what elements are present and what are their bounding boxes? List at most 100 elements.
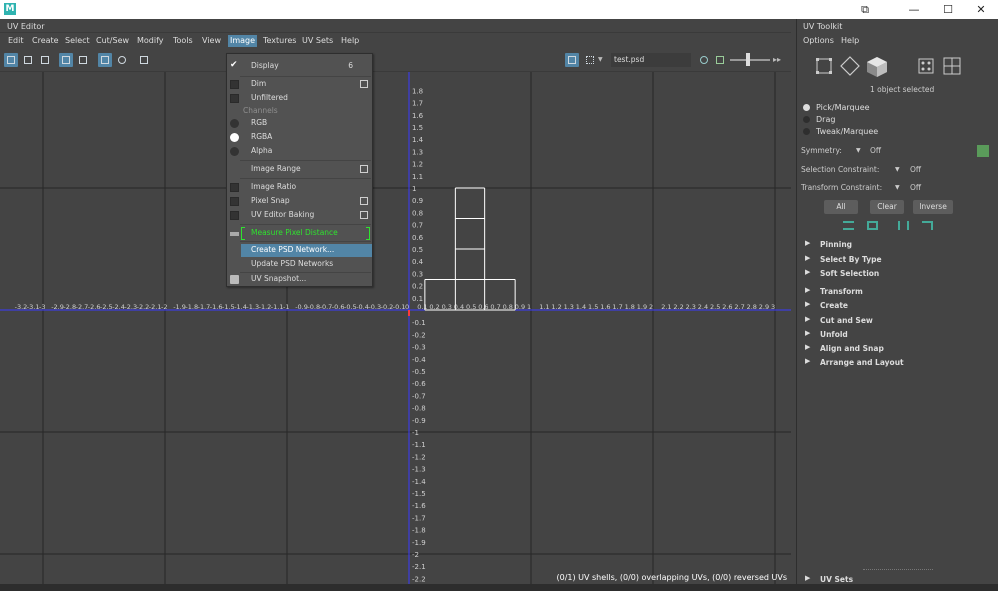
section-cut-and-sew[interactable]: ▶ Cut and Sew xyxy=(801,314,995,327)
symmetry-dropdown-arrow[interactable]: ▼ xyxy=(856,147,861,154)
checker-toggle-icon[interactable] xyxy=(98,53,112,67)
menu-image[interactable]: Image xyxy=(228,35,258,47)
section-align-and-snap[interactable]: ▶ Align and Snap xyxy=(801,342,995,355)
gamma-slider-track[interactable] xyxy=(730,59,770,61)
restore-panel-icon[interactable]: ⧉ xyxy=(848,0,882,19)
globe-exposure-icon[interactable] xyxy=(697,53,711,67)
mode-tweak-marquee[interactable]: Tweak/Marquee xyxy=(803,126,923,138)
select-edge-loop-icon[interactable] xyxy=(922,221,933,230)
dim-option-box[interactable] xyxy=(360,80,368,88)
filter-select-icon[interactable] xyxy=(38,53,52,67)
section-transform[interactable]: ▶ Transform xyxy=(801,285,995,298)
image-name-field[interactable]: test.psd xyxy=(611,53,691,67)
frame-icon[interactable] xyxy=(76,53,90,67)
menu-item-measure-pixel-distance[interactable]: Measure Pixel Distance xyxy=(227,227,372,240)
symmetry-settings-icon[interactable] xyxy=(977,145,989,157)
section-create[interactable]: ▶ Create xyxy=(801,299,995,312)
menu-item-image-ratio[interactable]: Image Ratio xyxy=(227,181,372,194)
menu-item-update-psd-networks[interactable]: Update PSD Networks xyxy=(227,258,372,271)
chevron-down-icon[interactable]: ▼ xyxy=(598,53,606,67)
chevron-right-icon: ▶ xyxy=(805,357,811,365)
uv-editor-baking-option-box[interactable] xyxy=(360,211,368,219)
image-adjust-icon[interactable] xyxy=(713,53,727,67)
select-face-mode-icon[interactable] xyxy=(866,56,887,77)
select-uv-shell-mode-icon[interactable] xyxy=(942,56,962,76)
selection-constraint-dropdown-arrow[interactable]: ▼ xyxy=(895,166,900,173)
tweak-marquee-radio[interactable] xyxy=(803,128,810,135)
section-pinning[interactable]: ▶ Pinning xyxy=(801,238,995,251)
menu-create[interactable]: Create xyxy=(30,35,61,47)
display-value[interactable]: 6 xyxy=(348,61,353,70)
section-arrange-and-layout[interactable]: ▶ Arrange and Layout xyxy=(801,356,995,369)
menu-item-dim[interactable]: Dim xyxy=(227,78,372,91)
inverse-button[interactable]: Inverse xyxy=(913,200,953,214)
menu-cut-sew[interactable]: Cut/Sew xyxy=(94,35,131,47)
uv-grid-canvas[interactable]: 1.81.71.61.51.41.31.21.110.90.80.70.60.5… xyxy=(0,72,791,584)
shaded-toggle-icon[interactable] xyxy=(115,53,129,67)
menu-item-rgba[interactable]: RGBA xyxy=(227,131,372,144)
u-tick-label: 1.3 xyxy=(564,303,574,311)
checker-pattern-icon[interactable] xyxy=(583,53,597,67)
symmetry-value[interactable]: Off xyxy=(870,146,881,155)
select-uv-mode-icon[interactable] xyxy=(916,56,936,76)
select-all-button[interactable]: All xyxy=(824,200,858,214)
selection-constraint-value[interactable]: Off xyxy=(910,165,921,174)
drag-radio[interactable] xyxy=(803,116,810,123)
uv-shell-select-icon[interactable] xyxy=(4,53,18,67)
rgb-radio[interactable] xyxy=(230,119,239,128)
menu-uv-sets[interactable]: UV Sets xyxy=(300,35,335,47)
menu-item-create-psd-network[interactable]: Create PSD Network... xyxy=(241,244,372,257)
u-tick-label: 1.6 xyxy=(600,303,610,311)
menu-textures[interactable]: Textures xyxy=(261,35,298,47)
isolate-select-icon[interactable] xyxy=(21,53,35,67)
grid-toggle-icon[interactable] xyxy=(59,53,73,67)
v-tick-label: 1.7 xyxy=(412,100,423,108)
panel-resize-grip[interactable] xyxy=(863,569,933,570)
snapshot-camera-icon[interactable] xyxy=(137,53,151,67)
toolbar-overflow-icon[interactable]: ▸▸ xyxy=(773,53,785,67)
mode-pick-marquee[interactable]: Pick/Marquee xyxy=(803,102,923,114)
menu-item-display[interactable]: ✔ Display 6 xyxy=(227,60,372,73)
v-tick-label: 0.7 xyxy=(412,222,423,230)
v-tick-label: 0.4 xyxy=(412,258,424,266)
menu-item-uv-snapshot[interactable]: UV Snapshot... xyxy=(227,273,372,286)
menu-item-pixel-snap[interactable]: Pixel Snap xyxy=(227,195,372,208)
menu-item-rgb[interactable]: RGB xyxy=(227,117,372,130)
rgba-radio[interactable] xyxy=(230,133,239,142)
u-tick-label: 2.6 xyxy=(722,303,732,311)
maximize-button[interactable]: ☐ xyxy=(931,0,965,19)
menu-item-unfiltered[interactable]: Unfiltered xyxy=(227,92,372,105)
section-select-by-type[interactable]: ▶ Select By Type xyxy=(801,253,995,266)
grow-selection-icon[interactable] xyxy=(843,221,854,230)
menu-help[interactable]: Help xyxy=(339,35,361,47)
minimize-button[interactable]: — xyxy=(897,0,931,19)
toolkit-menu-help[interactable]: Help xyxy=(841,36,859,45)
pick-marquee-radio[interactable] xyxy=(803,104,810,111)
toolkit-menu-options[interactable]: Options xyxy=(803,36,834,45)
menu-item-image-range[interactable]: Image Range xyxy=(227,163,372,176)
shrink-selection-icon[interactable] xyxy=(867,221,878,230)
menu-view[interactable]: View xyxy=(200,35,223,47)
display-image-icon[interactable] xyxy=(565,53,579,67)
section-soft-selection[interactable]: ▶ Soft Selection xyxy=(801,267,995,280)
menu-item-alpha[interactable]: Alpha xyxy=(227,145,372,158)
select-shell-border-icon[interactable] xyxy=(898,221,909,230)
transform-constraint-value[interactable]: Off xyxy=(910,183,921,192)
select-edge-mode-icon[interactable] xyxy=(840,56,860,76)
menu-item-uv-editor-baking[interactable]: UV Editor Baking xyxy=(227,209,372,222)
section-unfold[interactable]: ▶ Unfold xyxy=(801,328,995,341)
menu-edit[interactable]: Edit xyxy=(6,35,26,47)
close-button[interactable]: ✕ xyxy=(964,0,998,19)
alpha-radio[interactable] xyxy=(230,147,239,156)
clear-button[interactable]: Clear xyxy=(870,200,904,214)
gamma-slider-handle[interactable] xyxy=(746,53,750,66)
menu-tools[interactable]: Tools xyxy=(171,35,195,47)
image-range-option-box[interactable] xyxy=(360,165,368,173)
select-vertex-mode-icon[interactable] xyxy=(814,56,834,76)
menu-modify[interactable]: Modify xyxy=(135,35,166,47)
mode-drag[interactable]: Drag xyxy=(803,114,923,126)
transform-constraint-dropdown-arrow[interactable]: ▼ xyxy=(895,184,900,191)
pixel-snap-option-box[interactable] xyxy=(360,197,368,205)
uv-viewport[interactable]: 1.8 1.7 1.6 1.5 1.4 1.3 1.2 1.1 1 0.9 0.8 0.7 0.6 0.5… xyxy=(0,72,791,584)
menu-select[interactable]: Select xyxy=(63,35,92,47)
